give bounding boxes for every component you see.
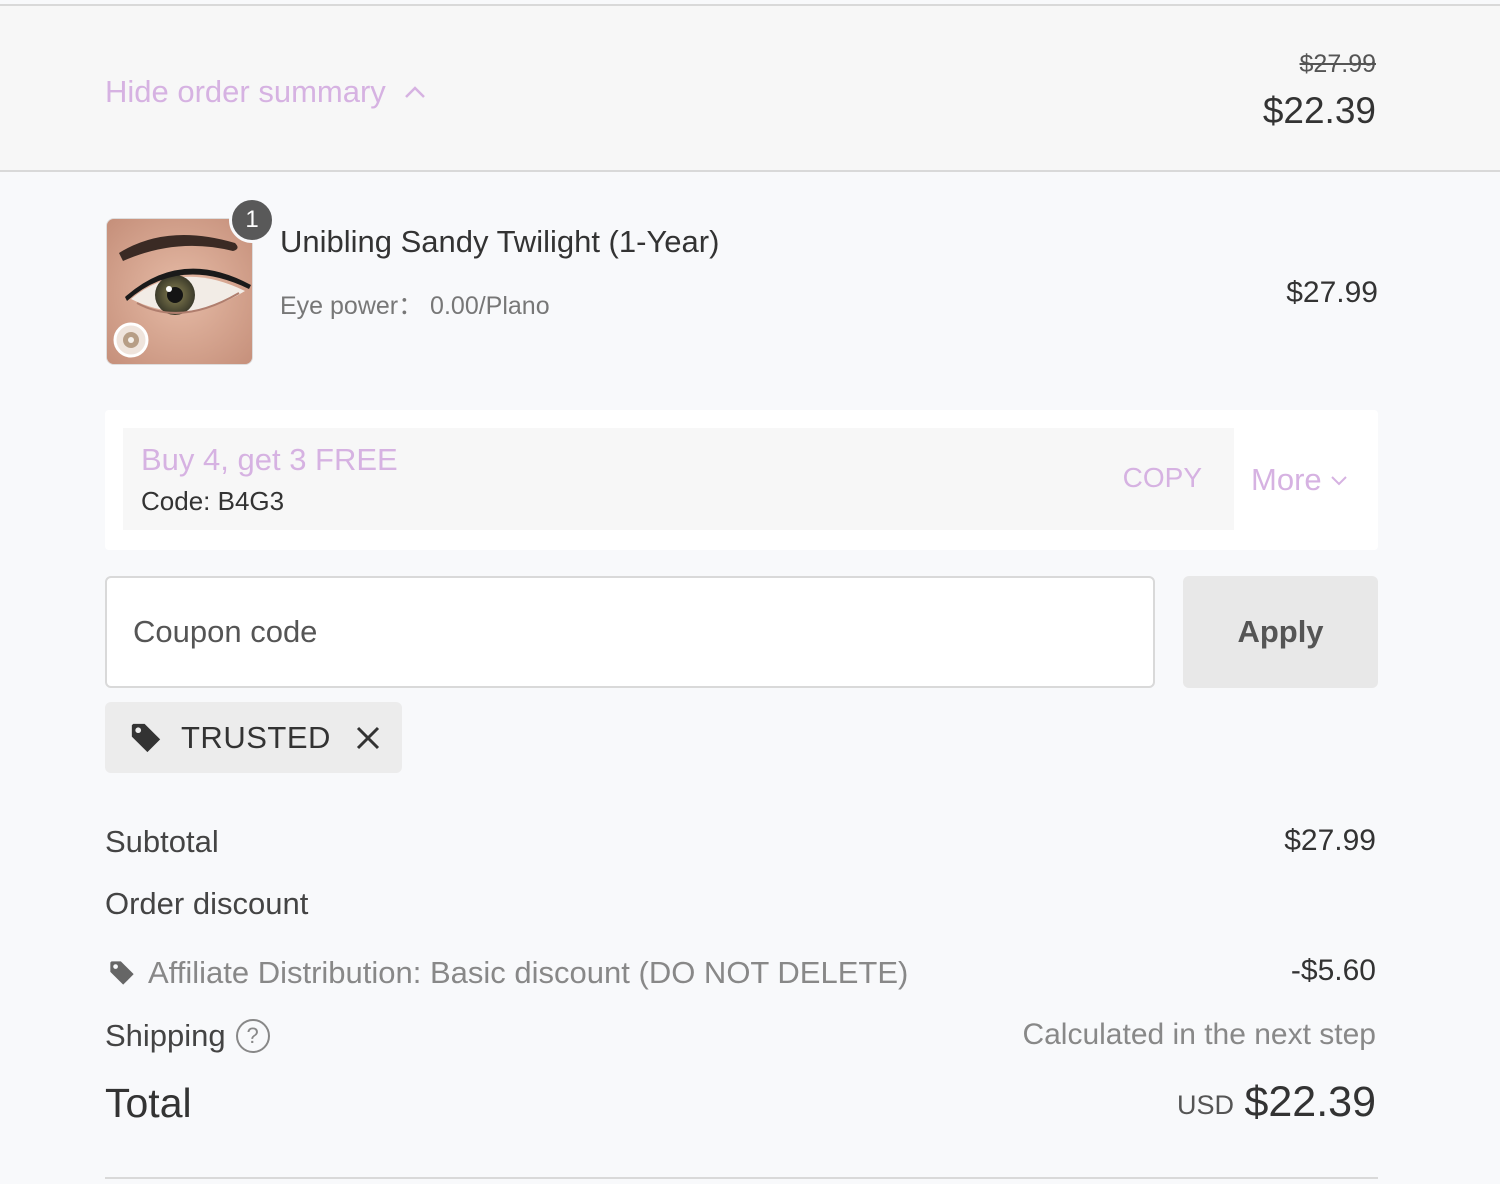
copy-code-button[interactable]: COPY [1123, 462, 1202, 494]
shipping-value: Calculated in the next step [1022, 1018, 1376, 1051]
current-price: $22.39 [1262, 90, 1376, 131]
quantity-badge: 1 [229, 197, 275, 243]
tag-icon [131, 723, 161, 752]
hide-order-summary-toggle[interactable]: Hide order summary [105, 74, 426, 110]
product-line-item: 1 Unibling Sandy Twilight (1-Year) Eye p… [106, 197, 1378, 368]
discount-value: -$5.60 [1290, 954, 1376, 987]
shipping-row-label: Shipping ? [105, 1018, 270, 1054]
original-price: $27.99 [1299, 50, 1376, 78]
product-variant: Eye power： 0.00/Plano [280, 292, 550, 320]
toggle-label: Hide order summary [105, 74, 386, 109]
help-icon[interactable]: ? [235, 1019, 270, 1053]
more-label: More [1251, 462, 1322, 497]
subtotal-value: $27.99 [1284, 824, 1376, 857]
product-image [106, 218, 253, 365]
promo-code: Code: B4G3 [141, 486, 285, 516]
promo-banner: Buy 4, get 3 FREE Code: B4G3 COPY More [105, 410, 1378, 550]
divider [105, 1177, 1378, 1179]
promo-card: Buy 4, get 3 FREE Code: B4G3 COPY [123, 428, 1234, 530]
total-label: Total [105, 1080, 192, 1126]
coupon-code-input[interactable] [105, 576, 1155, 688]
more-promos-button[interactable]: More [1251, 462, 1348, 498]
subtotal-label: Subtotal [105, 824, 219, 859]
promo-title: Buy 4, get 3 FREE [141, 442, 398, 477]
order-summary-header: Hide order summary $27.99 $22.39 [0, 4, 1500, 172]
applied-discount-chip: TRUSTED [105, 702, 402, 773]
product-name: Unibling Sandy Twilight (1-Year) [280, 224, 720, 259]
eye-contact-lens-icon [107, 219, 252, 364]
total-value: $22.39 [1244, 1078, 1376, 1126]
discount-line: Affiliate Distribution: Basic discount (… [108, 955, 908, 991]
product-price: $27.99 [1286, 276, 1378, 309]
order-discount-label: Order discount [105, 886, 309, 921]
discount-name: Affiliate Distribution: Basic discount (… [148, 955, 909, 990]
apply-coupon-button[interactable]: Apply [1183, 576, 1378, 688]
applied-discount-code: TRUSTED [181, 719, 331, 755]
tag-icon [110, 961, 134, 985]
shipping-label: Shipping [105, 1018, 226, 1053]
total-currency: USD [1176, 1090, 1234, 1120]
chevron-up-icon [404, 86, 425, 98]
chevron-down-icon [1330, 475, 1347, 485]
close-icon[interactable] [355, 725, 381, 751]
